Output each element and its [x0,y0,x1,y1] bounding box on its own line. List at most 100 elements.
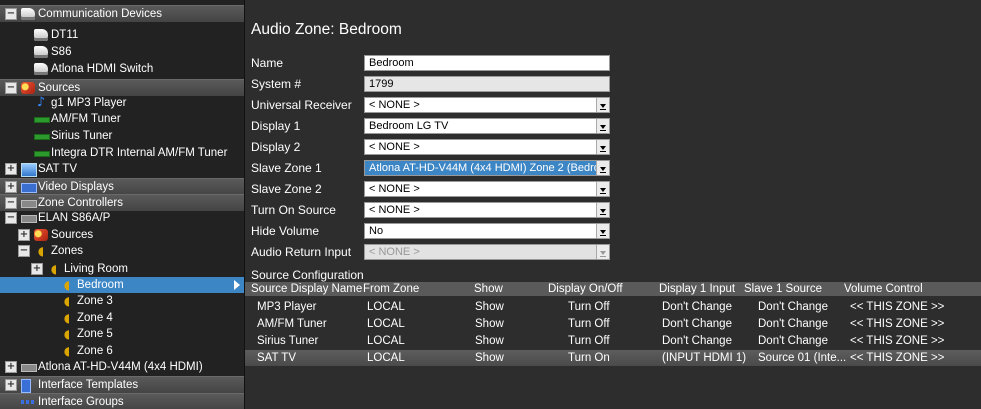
dropdown-arrow-icon[interactable] [596,119,609,133]
column-header[interactable]: From Zone [363,282,419,296]
table-row[interactable]: Sirius Tuner LOCAL Show Turn Off Don't Chang… [245,333,981,349]
field-value: < NONE > [369,141,420,153]
expand-icon[interactable]: + [5,361,17,373]
field-label: Display 1 [251,119,301,133]
music-note-icon: ♪ [36,95,46,110]
expand-icon[interactable]: + [5,163,17,175]
field-label: Hide Volume [251,224,320,238]
field-value: Bedroom LG TV [369,120,449,132]
tree-item-label: Zone 4 [77,312,113,324]
dropdown-arrow-icon[interactable] [596,98,609,112]
arrow-right-icon [234,280,240,290]
column-header[interactable]: Display On/Off [548,282,623,296]
device-icon [34,29,48,41]
field-label: Universal Receiver [251,98,352,112]
tree-view[interactable]: − Communication Devices DT11 S86 Atlona HDMI… [0,0,245,409]
template-icon [21,379,31,393]
tree-item[interactable]: − Communication Devices [0,5,244,22]
tree-item[interactable]: + Sources [0,227,244,243]
expand-icon[interactable]: + [31,263,43,275]
table-cell: SAT TV [257,352,296,364]
field-value: Bedroom [369,57,414,69]
tree-item[interactable]: − ELAN S86A/P [0,210,244,226]
zone-icon: ◖ [63,294,71,308]
tree-item[interactable]: Atlona HDMI Switch [0,61,244,77]
sources-icon [34,229,48,241]
slave-zone-1-dropdown[interactable]: Atlona AT-HD-V44M (4x4 HDMI) Zone 2 (Bed… [364,160,610,176]
tree-item-label: g1 MP3 Player [51,97,127,109]
tree-item-label: AM/FM Tuner [51,113,121,125]
audio-return-input-dropdown: < NONE > [364,244,610,260]
tree-item-label: Zone 3 [77,295,113,307]
collapse-icon[interactable]: − [18,245,30,257]
tree-item[interactable]: DT11 [0,27,244,43]
dropdown-arrow-icon[interactable] [596,161,609,175]
table-row[interactable]: SAT TV LOCAL Show Turn On (INPUT HDMI 1) Sour… [245,350,981,366]
column-header[interactable]: Slave 1 Source [744,282,822,296]
dropdown-arrow-icon[interactable] [596,203,609,217]
display-2-dropdown[interactable]: < NONE > [364,139,610,155]
zone-icon: ◖ [50,262,58,276]
tree-item[interactable]: Interface Groups [0,393,244,409]
collapse-icon[interactable]: − [5,212,17,224]
tree-item-label: Zones [51,245,83,257]
expand-icon[interactable]: + [5,181,17,193]
tuner-icon [34,117,50,123]
tree-item[interactable]: + Video Displays [0,178,244,195]
name-field[interactable]: Bedroom [364,55,610,71]
tree-item[interactable]: + Interface Templates [0,376,244,393]
field-label: Display 2 [251,140,301,154]
dropdown-arrow-icon[interactable] [596,140,609,154]
field-value: < NONE > [369,183,420,195]
table-cell: Don't Change [662,301,732,313]
column-header[interactable]: Source Display Name [251,282,362,296]
tree-item[interactable]: ♪ g1 MP3 Player [0,95,244,111]
table-cell: Don't Change [662,335,732,347]
collapse-icon[interactable]: − [5,8,17,20]
tree-item[interactable]: S86 [0,44,244,60]
tree-item[interactable]: Sirius Tuner [0,128,244,144]
collapse-icon[interactable]: − [5,197,17,209]
tree-item-label: Interface Groups [38,396,124,408]
table-cell: Source 01 (Inte... [758,352,847,364]
tree-item[interactable]: + ◖ Living Room [0,261,244,277]
turn-on-source-dropdown[interactable]: < NONE > [364,202,610,218]
tree-item-label: Bedroom [77,279,124,291]
dropdown-arrow-icon[interactable] [596,182,609,196]
universal-receiver-dropdown[interactable]: < NONE > [364,97,610,113]
tree-item[interactable]: ◖ Zone 5 [0,326,244,342]
table-cell: LOCAL [367,318,405,330]
column-header[interactable]: Show [474,282,503,296]
column-header[interactable]: Volume Control [844,282,923,296]
column-header[interactable]: Display 1 Input [659,282,735,296]
tree-item[interactable]: − ◖ Zones [0,243,244,259]
dropdown-arrow-icon [596,245,609,259]
expand-icon[interactable]: + [5,379,17,391]
tree-item-label: SAT TV [38,163,77,175]
slave-zone-2-dropdown[interactable]: < NONE > [364,181,610,197]
tree-item[interactable]: ◖ Zone 6 [0,343,244,359]
display-1-dropdown[interactable]: Bedroom LG TV [364,118,610,134]
zone-icon: ◖ [37,244,45,258]
dropdown-arrow-icon[interactable] [596,224,609,238]
interface-group-icon [21,400,35,404]
hide-volume-dropdown[interactable]: No [364,223,610,239]
tree-item[interactable]: Integra DTR Internal AM/FM Tuner [0,145,244,161]
table-cell: LOCAL [367,352,405,364]
tree-item-label: Integra DTR Internal AM/FM Tuner [51,147,228,159]
tree-item[interactable]: ◖ Zone 4 [0,310,244,326]
tree-item[interactable]: − Zone Controllers [0,194,244,211]
video-display-icon [21,183,37,193]
tree-item[interactable]: + SAT TV [0,161,244,177]
tree-item[interactable]: ◖ Bedroom [0,277,244,293]
tree-item[interactable]: ◖ Zone 3 [0,293,244,309]
expand-icon[interactable]: + [18,229,30,241]
tree-item[interactable]: − Sources [0,79,244,96]
table-row[interactable]: AM/FM Tuner LOCAL Show Turn Off Don't Change… [245,316,981,332]
field-label: System # [251,77,302,91]
tree-item[interactable]: + Atlona AT-HD-V44M (4x4 HDMI) [0,359,244,375]
tree-item[interactable]: AM/FM Tuner [0,111,244,127]
table-row[interactable]: MP3 Player LOCAL Show Turn Off Don't Change D… [245,299,981,315]
collapse-icon[interactable]: − [5,82,17,94]
table-cell: Sirius Tuner [257,335,319,347]
